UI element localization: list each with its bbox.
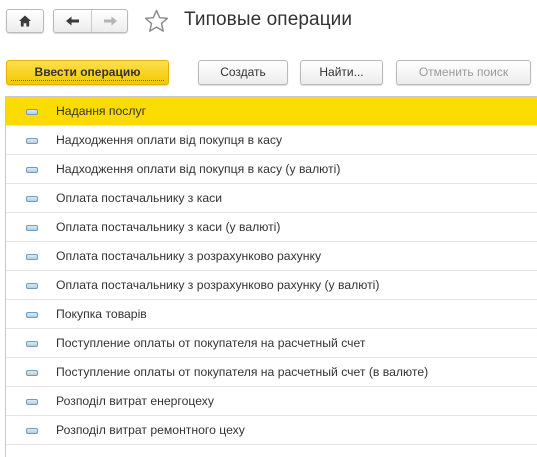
list-item-label: Оплата постачальнику з розрахунково раху… bbox=[56, 278, 380, 292]
arrow-right-icon bbox=[104, 16, 117, 26]
home-button[interactable] bbox=[6, 9, 44, 33]
enter-operation-label: Ввести операцию bbox=[34, 65, 141, 79]
list-item[interactable]: Надходження оплати від покупця в касу bbox=[6, 126, 537, 155]
home-icon bbox=[19, 15, 31, 27]
operation-item-icon bbox=[26, 341, 38, 347]
list-item-label: Поступление оплаты от покупателя на расч… bbox=[56, 365, 429, 379]
list-item[interactable]: Розподіл витрат ремонтного цеху bbox=[6, 416, 537, 445]
list-item-label: Оплата постачальнику з розрахунково раху… bbox=[56, 249, 322, 263]
operation-item-icon bbox=[26, 109, 38, 115]
arrow-left-icon bbox=[66, 16, 79, 26]
operation-item-icon bbox=[26, 312, 38, 318]
default-button-underline bbox=[11, 80, 164, 81]
operation-item-icon bbox=[26, 428, 38, 434]
operation-item-icon bbox=[26, 254, 38, 260]
page-title: Типовые операции bbox=[184, 9, 353, 30]
list-item[interactable]: Оплата постачальнику з розрахунково раху… bbox=[6, 271, 537, 300]
list-item-label: Оплата постачальнику з каси (у валюті) bbox=[56, 220, 281, 234]
enter-operation-button[interactable]: Ввести операцию bbox=[6, 60, 169, 85]
list-item[interactable]: Покупка товарів bbox=[6, 300, 537, 329]
list-item[interactable]: Оплата постачальнику з каси bbox=[6, 184, 537, 213]
list-item-label: Поступление оплаты от покупателя на расч… bbox=[56, 336, 366, 350]
list-item[interactable]: Оплата постачальнику з каси (у валюті) bbox=[6, 213, 537, 242]
operations-list: Надання послуг Надходження оплати від пок… bbox=[5, 96, 537, 457]
cancel-search-button[interactable]: Отменить поиск bbox=[396, 60, 531, 85]
list-item[interactable]: Поступление оплаты от покупателя на расч… bbox=[6, 358, 537, 387]
list-item[interactable]: Надання послуг bbox=[6, 97, 537, 126]
list-item-label: Покупка товарів bbox=[56, 307, 147, 321]
list-item-label: Розподіл витрат енергоцеху bbox=[56, 394, 214, 408]
list-item-label: Оплата постачальнику з каси bbox=[56, 191, 223, 205]
list-item-label: Надходження оплати від покупця в касу (у… bbox=[56, 162, 341, 176]
operation-item-icon bbox=[26, 283, 38, 289]
list-item[interactable]: Розподіл витрат енергоцеху bbox=[6, 387, 537, 416]
operation-item-icon bbox=[26, 138, 38, 144]
operation-item-icon bbox=[26, 167, 38, 173]
list-item[interactable]: Надходження оплати від покупця в касу (у… bbox=[6, 155, 537, 184]
list-item-label: Надання послуг bbox=[56, 104, 147, 118]
create-button[interactable]: Создать bbox=[198, 60, 288, 85]
operation-item-icon bbox=[26, 196, 38, 202]
navigation-buttons bbox=[53, 9, 128, 33]
list-item-label: Розподіл витрат ремонтного цеху bbox=[56, 423, 245, 437]
list-item-label: Надходження оплати від покупця в касу bbox=[56, 133, 283, 147]
list-item[interactable]: Поступление оплаты от покупателя на расч… bbox=[6, 329, 537, 358]
operation-item-icon bbox=[26, 370, 38, 376]
operation-item-icon bbox=[26, 399, 38, 405]
list-item[interactable]: Оплата постачальнику з розрахунково раху… bbox=[6, 242, 537, 271]
operation-item-icon bbox=[26, 225, 38, 231]
forward-button[interactable] bbox=[91, 10, 129, 32]
back-button[interactable] bbox=[54, 10, 91, 32]
find-button[interactable]: Найти... bbox=[300, 60, 383, 85]
star-icon[interactable] bbox=[143, 8, 170, 35]
